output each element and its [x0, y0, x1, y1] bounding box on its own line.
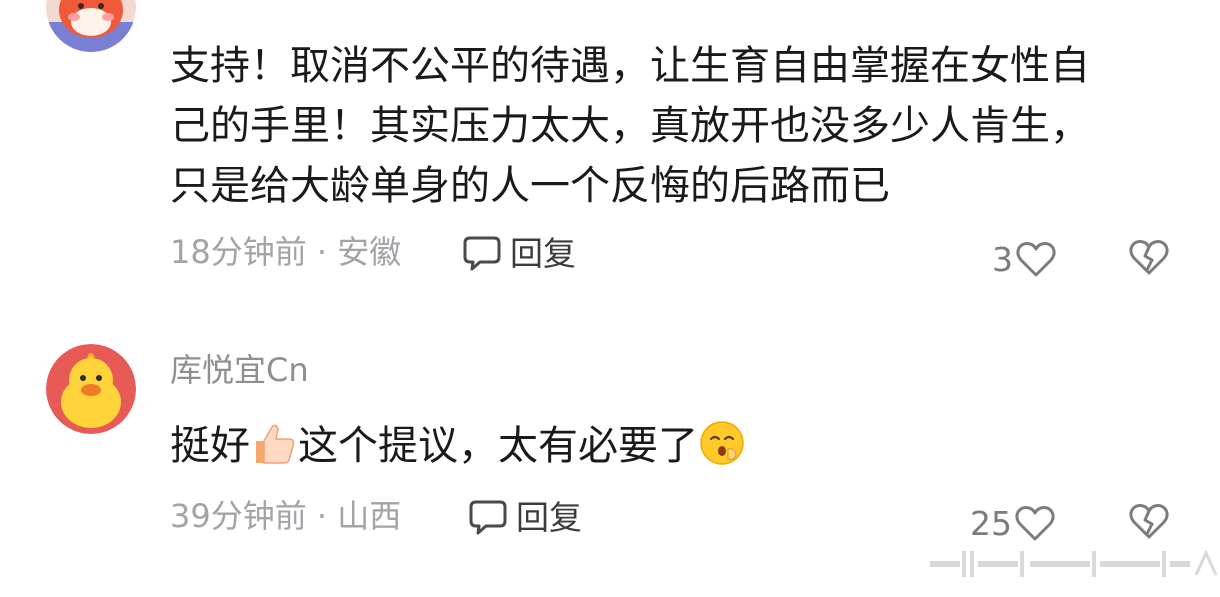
comment-content-line: 己的手里！其实压力太大，真放开也没多少人肯生，: [170, 103, 1090, 149]
dislike-button[interactable]: [1128, 502, 1170, 544]
broken-heart-icon: [1129, 504, 1169, 539]
watermark-graphic: [930, 549, 1218, 577]
broken-heart-icon: [1129, 240, 1169, 275]
reply-button[interactable]: 回复: [468, 498, 582, 536]
like-button[interactable]: 25: [970, 504, 1056, 542]
heart-icon: [1016, 242, 1056, 277]
pleading-face-emoji-icon: [700, 421, 744, 465]
chat-bubble-icon: [463, 236, 501, 271]
dislike-button[interactable]: [1128, 238, 1170, 280]
comment-meta: 39分钟前 · 山西: [170, 497, 402, 535]
reply-button[interactable]: 回复: [462, 234, 576, 272]
comment-content-line: 支持！取消不公平的待遇，让生育自由掌握在女性自: [170, 43, 1090, 89]
comment-meta: 18分钟前 · 安徽: [170, 233, 402, 271]
comment-content: 支持！取消不公平的待遇，让生育自由掌握在女性自 己的手里！其实压力太大，真放开也…: [170, 36, 1150, 216]
commenter-username[interactable]: 库悦宜Cn: [170, 354, 309, 386]
like-button[interactable]: 3: [992, 240, 1057, 278]
reply-label: 回复: [510, 233, 576, 273]
like-count: 25: [970, 503, 1012, 543]
commenter-avatar[interactable]: [46, 0, 136, 52]
comment-text-part: 挺好: [170, 423, 250, 469]
comment-content-line: 只是给大龄单身的人一个反悔的后路而已: [170, 163, 890, 209]
comment-text-part: 这个提议，太有必要了: [298, 423, 698, 469]
commenter-avatar[interactable]: [46, 344, 136, 434]
fox-avatar-icon: [46, 0, 136, 52]
comment-content-line: 挺好 这个提议，太有必要了: [170, 416, 1150, 476]
comment-content: 挺好 这个提议，太有必要了: [170, 416, 1150, 476]
like-count: 3: [992, 239, 1013, 279]
thumbs-up-emoji-icon: [256, 424, 295, 464]
chat-bubble-icon: [469, 500, 507, 535]
reply-label: 回复: [516, 497, 582, 537]
heart-icon: [1015, 506, 1055, 541]
yellow-duck-avatar-icon: [46, 344, 136, 434]
